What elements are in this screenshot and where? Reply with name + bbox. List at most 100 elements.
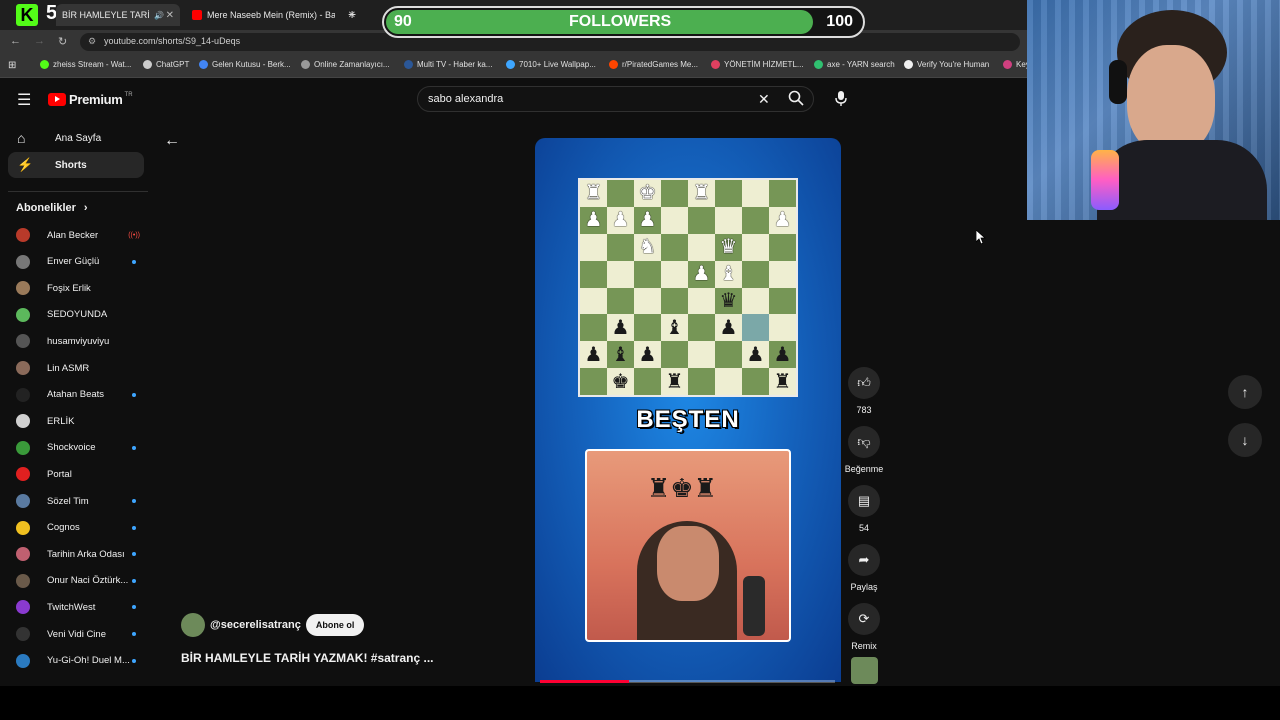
- subscription-item[interactable]: Cognos: [16, 518, 136, 538]
- bookmark-item[interactable]: YÖNETİM HİZMETL...: [711, 60, 804, 69]
- share-button[interactable]: ➦ Paylaş: [844, 544, 884, 592]
- bookmark-item[interactable]: Multi TV - Haber ka...: [404, 60, 492, 69]
- subscription-item[interactable]: SEDOYUNDA: [16, 305, 136, 325]
- youtube-icon: [192, 10, 202, 20]
- microphone-icon[interactable]: [834, 90, 848, 111]
- arrow-down-icon: ↓: [1241, 432, 1249, 448]
- avatar: [16, 361, 30, 375]
- bookmark-item[interactable]: Gelen Kutusu - Berk...: [199, 60, 291, 69]
- sidebar-item-home[interactable]: ⌂ Ana Sayfa: [8, 125, 144, 151]
- bookmark-item[interactable]: axe - YARN search: [814, 60, 895, 69]
- share-icon: ➦: [848, 544, 880, 576]
- subscription-item[interactable]: TwitchWest: [16, 597, 136, 617]
- channel-avatar-thumbnail[interactable]: [851, 657, 878, 684]
- avatar: [16, 573, 30, 588]
- subscription-item[interactable]: Enver Güçlü: [16, 252, 136, 272]
- subscription-item[interactable]: Alan Becker ((•)): [16, 225, 140, 245]
- search-icon[interactable]: [788, 90, 804, 109]
- tab-inactive[interactable]: Mere Naseeb Mein (Remix) - Ba ✕: [186, 4, 362, 26]
- subscription-name: Shockvoice: [47, 442, 96, 454]
- apps-icon[interactable]: ⊞: [8, 60, 16, 71]
- bookmark-item[interactable]: zheiss Stream - Wat...: [40, 60, 131, 69]
- person-face: [1127, 45, 1215, 155]
- back-arrow-icon[interactable]: ←: [164, 132, 180, 150]
- subscription-name: Veni Vidi Cine: [47, 628, 106, 640]
- new-tab-button[interactable]: +: [348, 6, 356, 22]
- subscriptions-header[interactable]: Abonelikler ›: [16, 202, 88, 214]
- subscription-item[interactable]: Shockvoice: [16, 438, 136, 458]
- subscription-item[interactable]: Tarihin Arka Odası: [16, 544, 136, 564]
- subscription-item[interactable]: husamviyuviyu: [16, 331, 136, 351]
- like-button[interactable]: 👍︎ 783: [844, 367, 884, 415]
- subscription-item[interactable]: Foşix Erlik: [16, 278, 136, 298]
- bookmark-item[interactable]: ChatGPT: [143, 60, 189, 69]
- subscription-item[interactable]: Onur Naci Öztürk...: [16, 571, 136, 591]
- remix-button[interactable]: ⟳ Remix: [844, 603, 884, 651]
- audio-icon[interactable]: 🔊: [154, 11, 164, 20]
- subscription-item[interactable]: Portal: [16, 464, 136, 484]
- new-content-dot: [132, 632, 136, 636]
- clear-search-icon[interactable]: ✕: [758, 91, 770, 108]
- search-value: sabo alexandra: [428, 93, 504, 105]
- subscription-item[interactable]: Atahan Beats: [16, 385, 136, 405]
- chess-piece-white-p-icon: ♟: [692, 263, 711, 286]
- dislike-button[interactable]: 👎︎ Beğenme: [844, 426, 884, 474]
- bookmark-item[interactable]: Verify You're Human: [904, 60, 989, 69]
- chess-square: ♟: [607, 314, 634, 342]
- short-video-player[interactable]: ♜ ♚ ♜ ♟ ♟ ♟ ♟ ♞ ♛ ♟ ♝ ♛ ♟ ♝ ♟ ♟ ♝ ♟ ♟ ♟ ♚ ♜ ♜ BEŞTEN ♜♚♜: [535, 138, 841, 682]
- bookmark-item[interactable]: r/PiratedGames Me...: [609, 60, 698, 69]
- chess-square: ♝: [715, 260, 742, 288]
- subscription-name: Onur Naci Öztürk...: [47, 575, 129, 587]
- subscription-item[interactable]: Sözel Tim: [16, 491, 136, 511]
- channel-name[interactable]: @secerelisatranç: [210, 619, 301, 631]
- site-info-icon[interactable]: ⚙: [88, 36, 96, 47]
- followers-goal-bar: 90 FOLLOWERS 100: [382, 6, 865, 38]
- chevron-right-icon: ›: [83, 202, 88, 214]
- menu-icon[interactable]: ☰: [17, 90, 31, 110]
- chess-piece-black-r-icon: ♜: [665, 370, 684, 393]
- subscription-name: SEDOYUNDA: [47, 309, 108, 321]
- dislike-icon: 👎︎: [848, 426, 880, 458]
- youtube-logo[interactable]: Premium TR: [48, 92, 133, 107]
- subscription-item[interactable]: Lin ASMR: [16, 358, 136, 378]
- search-input[interactable]: sabo alexandra ✕: [417, 86, 814, 112]
- back-icon[interactable]: ←: [10, 35, 21, 47]
- next-short-button[interactable]: ↓: [1228, 423, 1262, 457]
- bookmark-item[interactable]: Key: [1003, 60, 1030, 69]
- sidebar-item-shorts[interactable]: ⚡ Shorts: [8, 152, 144, 178]
- video-progress-bar[interactable]: [540, 680, 835, 683]
- bookmark-label: 7010+ Live Wallpap...: [519, 60, 596, 69]
- new-content-dot: [132, 658, 136, 663]
- channel-avatar[interactable]: [181, 613, 205, 637]
- chess-square: [688, 368, 715, 395]
- subscription-name: Sözel Tim: [47, 495, 89, 507]
- close-icon[interactable]: ✕: [166, 10, 174, 21]
- subscription-item[interactable]: Veni Vidi Cine: [16, 624, 136, 644]
- reload-icon[interactable]: ↻: [58, 35, 67, 48]
- chess-square: [769, 287, 796, 315]
- bookmark-label: r/PiratedGames Me...: [622, 60, 699, 69]
- bookmark-favicon-icon: [814, 60, 823, 69]
- previous-short-button[interactable]: ↑: [1228, 375, 1262, 409]
- forward-icon[interactable]: →: [34, 35, 45, 47]
- tab-active[interactable]: BİR HAMLEYLE TARİH YAZMAK 🔊 ✕: [56, 4, 180, 26]
- subscribe-button[interactable]: Abone ol: [305, 614, 365, 636]
- bookmark-favicon-icon: [40, 60, 49, 69]
- new-content-dot: [132, 445, 136, 450]
- comment-button[interactable]: ▤ 54: [844, 485, 884, 533]
- chess-square: ♟: [607, 206, 634, 234]
- bookmark-item[interactable]: 7010+ Live Wallpap...: [506, 60, 596, 69]
- chess-square: [661, 180, 688, 207]
- chess-square: [688, 287, 715, 315]
- chess-square: ♟: [580, 341, 607, 369]
- subscription-item[interactable]: ERLİK: [16, 411, 136, 431]
- video-progress-fill: [540, 680, 629, 683]
- subscription-name: Lin ASMR: [47, 362, 90, 374]
- subscription-item[interactable]: Yu-Gi-Oh! Duel M...: [16, 651, 136, 671]
- chess-square: ♚: [607, 368, 634, 395]
- comment-icon: ▤: [848, 485, 880, 517]
- short-title[interactable]: BİR HAMLEYLE TARİH YAZMAK! #satranç ...: [181, 651, 433, 665]
- chess-square: ♛: [715, 287, 742, 315]
- subscription-name: ERLİK: [47, 415, 75, 427]
- bookmark-item[interactable]: Online Zamanlayıcı...: [301, 60, 390, 69]
